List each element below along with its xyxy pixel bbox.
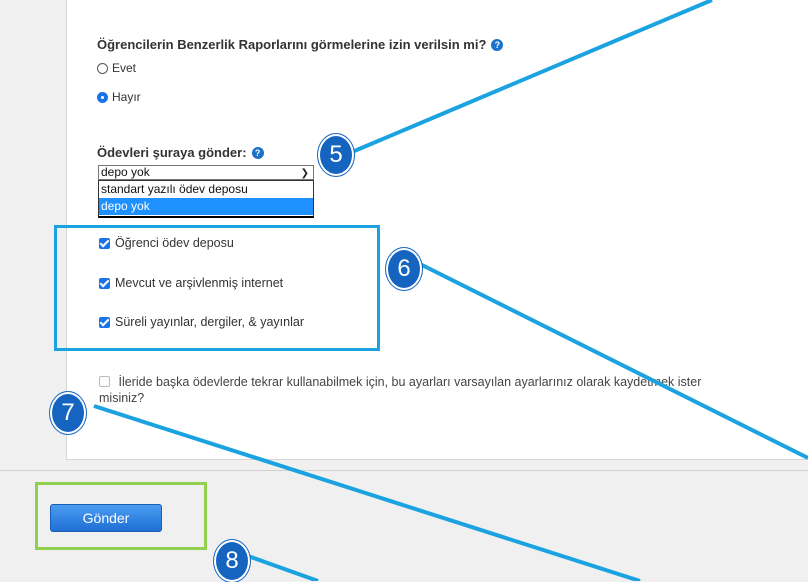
callout-line-8: [247, 554, 319, 581]
callout-badge-8: 8: [214, 540, 250, 582]
callout-badge-7: 7: [50, 392, 86, 434]
callout-lines: [93, 0, 808, 581]
callout-line-6: [419, 262, 808, 460]
callout-line-7: [93, 404, 641, 581]
callout-line-5: [351, 0, 713, 154]
callout-badge-6: 6: [386, 248, 422, 290]
callout-badge-5: 5: [318, 134, 354, 176]
